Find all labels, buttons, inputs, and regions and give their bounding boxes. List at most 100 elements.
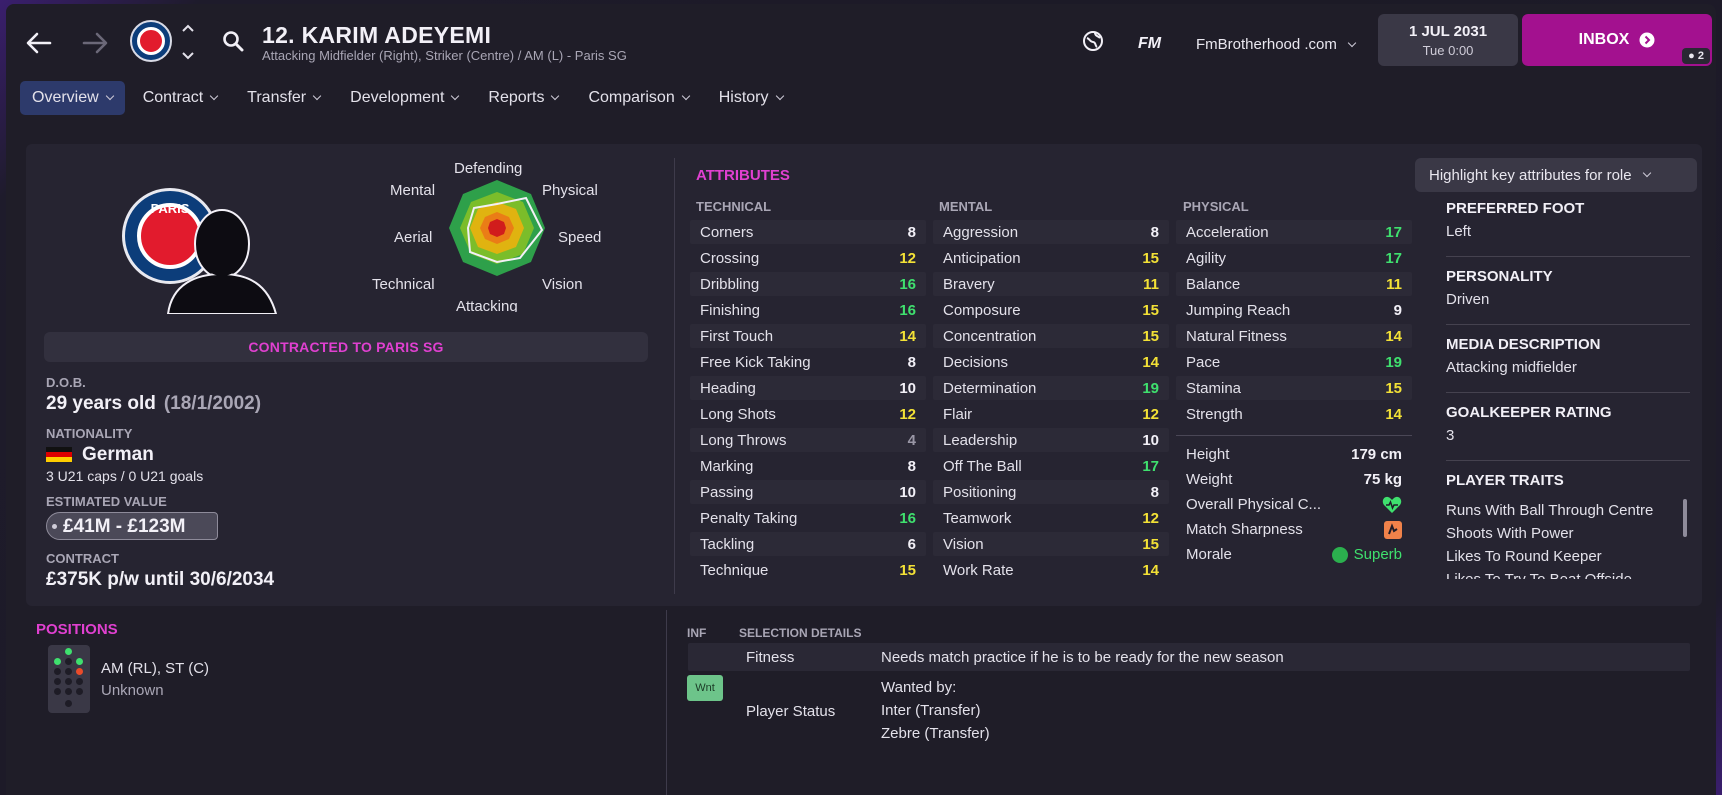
wanted-club-2[interactable]: Zebre (Transfer) [881,725,990,742]
attribute-row[interactable]: Finishing 16 [690,298,926,322]
attribute-name: Technique [700,561,769,579]
attribute-row[interactable]: Long Throws 4 [690,428,926,452]
attribute-name: Acceleration [1186,223,1269,241]
tab-transfer[interactable]: Transfer [235,81,332,115]
player-traits-list[interactable]: Runs With Ball Through Centre Shoots Wit… [1446,499,1674,579]
attribute-row[interactable]: Long Shots 12 [690,402,926,426]
forward-button[interactable] [80,28,110,58]
attribute-row[interactable]: Technique 15 [690,558,926,582]
attribute-name: Teamwork [943,509,1012,527]
tab-contract[interactable]: Contract [131,81,229,115]
current-time: Tue 0:00 [1422,43,1474,58]
attribute-row[interactable]: Penalty Taking 16 [690,506,926,530]
radar-label-aerial: Aerial [394,229,433,246]
attribute-row[interactable]: Strength 14 [1176,402,1412,426]
attribute-row[interactable]: Heading 10 [690,376,926,400]
tab-comparison[interactable]: Comparison [576,81,700,115]
attribute-row[interactable]: Leadership 10 [933,428,1169,452]
attribute-row[interactable]: Balance 11 [1176,272,1412,296]
gk-label: GOALKEEPER RATING [1446,404,1612,421]
attribute-row[interactable]: Passing 10 [690,480,926,504]
attribute-row[interactable]: Off The Ball 17 [933,454,1169,478]
attribute-row[interactable]: Acceleration 17 [1176,220,1412,244]
attribute-row[interactable]: Marking 8 [690,454,926,478]
preferred-foot: PREFERRED FOOT Left [1446,200,1690,240]
morale-value[interactable]: Superb [1331,546,1402,563]
chevron-down-icon [451,91,460,101]
physical-separator [1176,435,1412,436]
attribute-row[interactable]: Composure 15 [933,298,1169,322]
search-button[interactable] [222,30,244,57]
positions-value: AM (RL), ST (C) [101,660,210,677]
attribute-name: Leadership [943,431,1018,449]
date-continue-box[interactable]: 1 JUL 2031 Tue 0:00 [1378,14,1518,66]
pitch-dot-st [65,648,72,655]
pitch-dot [54,668,61,675]
dob-value: 29 years old (18/1/2002) [46,393,261,415]
attribute-name: Corners [700,223,754,241]
wanted-club-1[interactable]: Inter (Transfer) [881,702,980,719]
attribute-row[interactable]: Free Kick Taking 8 [690,350,926,374]
nationality-value[interactable]: German [46,444,154,466]
world-button[interactable] [1082,30,1104,57]
heart-icon[interactable] [1382,496,1402,514]
attribute-row[interactable]: Concentration 15 [933,324,1169,348]
contract-value[interactable]: £375K p/w until 30/6/2034 [46,569,274,591]
attribute-row[interactable]: Jumping Reach 9 [1176,298,1412,322]
tab-overview[interactable]: Overview [20,81,125,115]
info-separator [1446,324,1690,325]
attribute-row[interactable]: Vision 15 [933,532,1169,556]
chevron-down-icon [105,91,114,101]
height-value: 179 cm [1351,446,1402,463]
foot-value: Left [1446,223,1472,240]
position-pitch[interactable] [48,645,90,713]
chevron-down-icon [182,52,194,60]
arrow-circle-icon [1639,32,1655,48]
attribute-name: Bravery [943,275,995,293]
attribute-row[interactable]: Corners 8 [690,220,926,244]
site-dropdown[interactable]: FmBrotherhood .com [1196,36,1357,53]
dob-label: D.O.B. [46,375,86,390]
attribute-row[interactable]: Pace 19 [1176,350,1412,374]
attribute-row[interactable]: Natural Fitness 14 [1176,324,1412,348]
radar-label-vision: Vision [542,276,583,293]
attribute-row[interactable]: Tackling 6 [690,532,926,556]
attribute-row[interactable]: Teamwork 12 [933,506,1169,530]
tab-development[interactable]: Development [338,81,470,115]
club-badge[interactable] [130,20,172,62]
media-description: MEDIA DESCRIPTION Attacking midfielder [1446,336,1690,376]
attribute-row[interactable]: Determination 19 [933,376,1169,400]
attribute-name: Agility [1186,249,1227,267]
attribute-row[interactable]: Dribbling 16 [690,272,926,296]
attribute-row[interactable]: Positioning 8 [933,480,1169,504]
club-switcher[interactable] [180,24,196,60]
attribute-value: 15 [1142,327,1159,345]
contract-status-banner[interactable]: CONTRACTED TO PARIS SG [44,332,648,362]
attribute-row[interactable]: Bravery 11 [933,272,1169,296]
attribute-row[interactable]: Stamina 15 [1176,376,1412,400]
tab-reports[interactable]: Reports [476,81,570,115]
estimated-value-tag: £41M - £123M [46,512,218,540]
attribute-row[interactable]: Work Rate 14 [933,558,1169,582]
fm-logo[interactable]: FM [1138,35,1161,53]
attribute-row[interactable]: Flair 12 [933,402,1169,426]
attribute-row[interactable]: Crossing 12 [690,246,926,270]
attribute-row[interactable]: Anticipation 15 [933,246,1169,270]
attribute-row[interactable]: Aggression 8 [933,220,1169,244]
tab-history[interactable]: History [707,81,795,115]
pitch-dot [65,668,72,675]
person-icon: ● [1688,50,1695,62]
wanted-badge[interactable]: Wnt [687,675,723,701]
attribute-row[interactable]: Agility 17 [1176,246,1412,270]
mental-header: MENTAL [939,199,993,214]
attribute-row[interactable]: Decisions 14 [933,350,1169,374]
attribute-row[interactable]: First Touch 14 [690,324,926,348]
attribute-value: 8 [1150,483,1159,501]
inbox-button[interactable]: INBOX ● 2 [1522,14,1712,66]
highlight-role-dropdown[interactable]: Highlight key attributes for role [1415,158,1697,192]
pitch-dot [65,658,72,665]
traits-scrollbar[interactable] [1683,499,1687,537]
sharpness-icon[interactable] [1384,520,1402,539]
attribute-name: Strength [1186,405,1243,423]
back-button[interactable] [24,28,54,58]
